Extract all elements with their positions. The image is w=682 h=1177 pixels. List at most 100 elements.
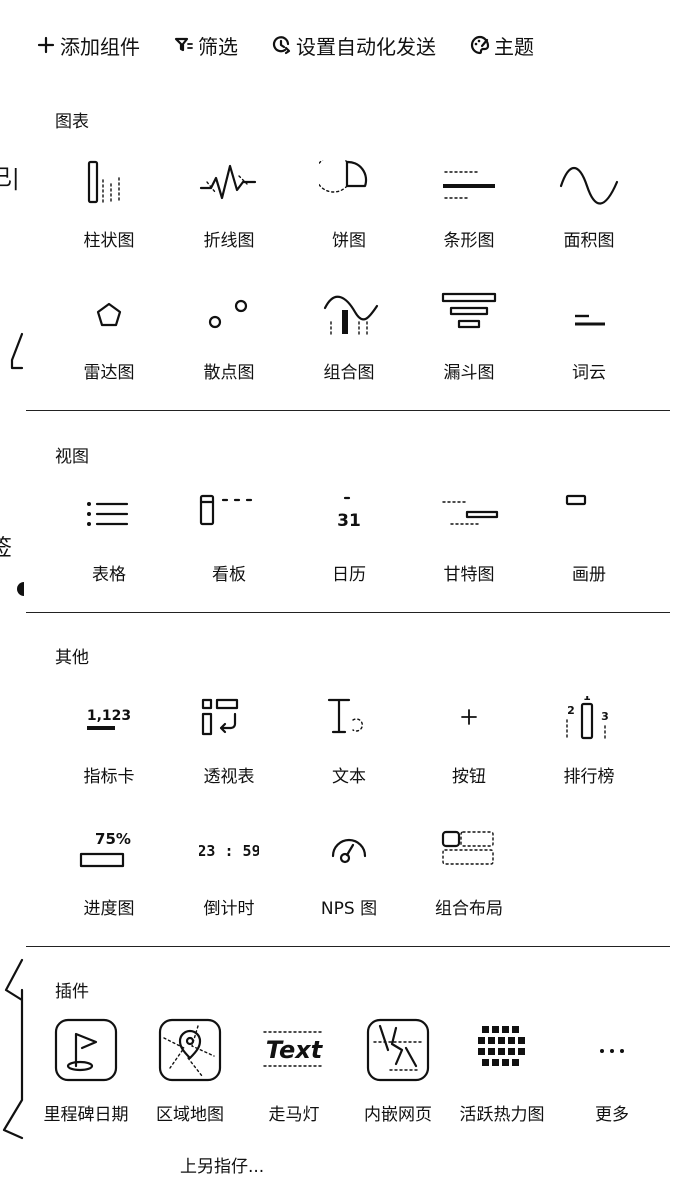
section-title-plugins: 插件: [55, 982, 89, 1002]
section-divider: [26, 946, 670, 947]
nps-gauge-icon: [331, 838, 367, 864]
metric-card-icon: 1,123: [87, 708, 131, 730]
widget-label: 按钮: [452, 767, 486, 787]
region-map-icon: [158, 1018, 222, 1082]
widget-gantt[interactable]: 甘特图: [409, 494, 529, 604]
widget-label: 漏斗图: [443, 363, 495, 383]
widget-line-chart[interactable]: 折线图: [169, 160, 289, 270]
clipped-text: 已|: [0, 166, 20, 191]
rank-one-text: 1: [583, 696, 591, 703]
kanban-icon: [199, 494, 253, 526]
widget-combo-chart[interactable]: 组合图: [289, 292, 409, 402]
widget-label: 条形图: [443, 231, 495, 251]
widget-word-cloud[interactable]: 词云: [529, 292, 649, 402]
filter-button[interactable]: 筛选: [174, 31, 238, 60]
plugin-marquee[interactable]: Text 走马灯: [242, 1018, 346, 1138]
plugin-embedded-webpage[interactable]: 内嵌网页: [346, 1018, 450, 1138]
widget-gallery[interactable]: 画册: [529, 494, 649, 604]
metric-value-text: 1,123: [87, 708, 131, 724]
theme-label: 主题: [494, 34, 534, 59]
widget-label: 倒计时: [203, 899, 255, 919]
marquee-sample-text: Text: [266, 1036, 324, 1064]
section-title-views: 视图: [55, 447, 89, 467]
widget-button[interactable]: 按钮: [409, 696, 529, 806]
widget-label: 文本: [332, 767, 366, 787]
widget-combined-layout[interactable]: 组合布局: [409, 828, 529, 938]
button-icon: [461, 709, 477, 725]
widget-text[interactable]: 文本: [289, 696, 409, 806]
toolbar: 添加组件 筛选 设置自动化发送 主题: [36, 30, 568, 60]
rank-three-text: 3: [601, 710, 609, 723]
widget-progress[interactable]: 75% 进度图: [49, 828, 169, 938]
clipped-text: 签: [0, 536, 13, 561]
clock-send-icon: [272, 36, 291, 55]
theme-button[interactable]: 主题: [470, 31, 534, 60]
clipped-frame-icon: [2, 958, 24, 1140]
gallery-icon: [565, 494, 587, 506]
table-icon: [87, 502, 129, 526]
horizontal-bar-chart-icon: [443, 171, 495, 199]
section-divider: [26, 612, 670, 613]
bar-chart-icon: [87, 160, 120, 204]
plugin-activity-heatmap[interactable]: 活跃热力图: [450, 1018, 554, 1138]
plugin-label: 活跃热力图: [459, 1105, 545, 1125]
widget-kanban[interactable]: 看板: [169, 494, 289, 604]
widget-pie-chart[interactable]: 饼图: [289, 160, 409, 270]
widget-label: 表格: [92, 565, 126, 585]
clipped-dot-icon: [17, 582, 24, 596]
clipped-shape-icon: [10, 332, 24, 370]
widget-calendar[interactable]: 31 日历: [289, 494, 409, 604]
plugin-label: 更多: [595, 1105, 629, 1125]
widget-label: NPS 图: [320, 899, 378, 919]
calendar-day-text: 31: [337, 511, 361, 531]
widget-metric-card[interactable]: 1,123 指标卡: [49, 696, 169, 806]
widget-label: 组合图: [323, 363, 375, 383]
widget-radar-chart[interactable]: 雷达图: [49, 292, 169, 402]
widget-bar-chart[interactable]: 柱状图: [49, 160, 169, 270]
widget-label: 组合布局: [435, 899, 503, 919]
widget-label: 饼图: [332, 231, 366, 251]
widget-funnel-chart[interactable]: 漏斗图: [409, 292, 529, 402]
calendar-icon: 31: [337, 496, 361, 531]
add-widget-button[interactable]: 添加组件: [36, 31, 140, 60]
section-title-charts: 图表: [55, 112, 89, 132]
rank-two-text: 2: [567, 704, 575, 717]
widget-label: 指标卡: [83, 767, 135, 787]
progress-value-text: 75%: [95, 830, 131, 848]
widget-label: 散点图: [203, 363, 255, 383]
plugin-milestone-date[interactable]: 里程碑日期: [34, 1018, 138, 1138]
line-chart-icon: [199, 164, 257, 200]
section-divider: [26, 410, 670, 411]
radar-chart-icon: [96, 302, 122, 327]
widget-leaderboard[interactable]: 2 1 3 排行榜: [529, 696, 649, 806]
widget-pivot-table[interactable]: 透视表: [169, 696, 289, 806]
embedded-webpage-icon: [366, 1018, 430, 1082]
pie-chart-icon: [319, 160, 368, 193]
countdown-text: 23 : 59: [199, 842, 259, 860]
text-icon: [327, 698, 363, 734]
widget-countdown[interactable]: 23 : 59 倒计时: [169, 828, 289, 938]
filter-label: 筛选: [198, 34, 238, 59]
plugin-more[interactable]: 更多: [560, 1018, 664, 1138]
widget-area-chart[interactable]: 面积图: [529, 160, 649, 270]
scatter-chart-icon: [208, 299, 248, 329]
more-icon: [600, 1049, 624, 1053]
widget-scatter-chart[interactable]: 散点图: [169, 292, 289, 402]
marquee-text-icon: Text: [263, 1031, 325, 1067]
widget-nps-chart[interactable]: NPS 图: [289, 828, 409, 938]
clipped-bottom-text: 上另指仔...: [180, 1157, 265, 1177]
widget-table[interactable]: 表格: [49, 494, 169, 604]
widget-label: 面积图: [563, 231, 615, 251]
funnel-chart-icon: [441, 292, 497, 329]
plugin-region-map[interactable]: 区域地图: [138, 1018, 242, 1138]
widget-label: 柱状图: [83, 231, 135, 251]
widget-label: 折线图: [203, 231, 255, 251]
filter-icon: [174, 37, 193, 52]
widget-label: 排行榜: [563, 767, 615, 787]
auto-send-button[interactable]: 设置自动化发送: [272, 31, 436, 60]
widget-label: 日历: [332, 565, 366, 585]
add-widget-label: 添加组件: [60, 34, 140, 59]
widget-label: 看板: [212, 565, 246, 585]
widget-horizontal-bar-chart[interactable]: 条形图: [409, 160, 529, 270]
palette-icon: [470, 35, 490, 55]
